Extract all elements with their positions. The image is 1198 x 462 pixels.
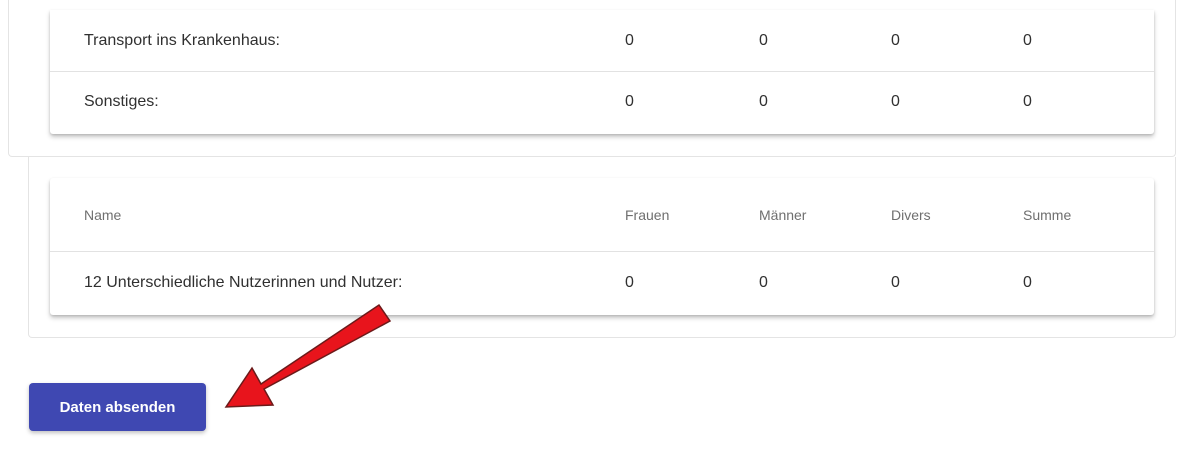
header-name: Name	[84, 206, 122, 223]
row-label: Transport ins Krankenhaus:	[84, 31, 280, 49]
submit-data-button[interactable]: Daten absenden	[29, 383, 206, 431]
table-header-row: Name Frauen Männer Divers Summe	[50, 178, 1154, 252]
header-maenner: Männer	[759, 206, 807, 223]
table-row: Sonstiges: 0 0 0 0	[50, 71, 1154, 132]
cell-divers: 0	[891, 31, 900, 49]
header-divers: Divers	[891, 206, 931, 223]
cell-frauen: 0	[625, 31, 634, 49]
header-summe: Summe	[1023, 206, 1072, 223]
table-row: Transport ins Krankenhaus: 0 0 0 0	[50, 10, 1154, 72]
table-row: 12 Unterschiedliche Nutzerinnen und Nutz…	[50, 252, 1154, 313]
cell-divers: 0	[891, 92, 900, 110]
cell-summe: 0	[1023, 92, 1032, 110]
cell-maenner: 0	[759, 92, 768, 110]
cell-maenner: 0	[759, 31, 768, 49]
cell-summe: 0	[1023, 31, 1032, 49]
row-label: Sonstiges:	[84, 92, 159, 110]
cell-summe: 0	[1023, 273, 1032, 291]
row-label: 12 Unterschiedliche Nutzerinnen und Nutz…	[84, 273, 403, 291]
cell-maenner: 0	[759, 273, 768, 291]
cell-frauen: 0	[625, 273, 634, 291]
table-card-users: Name Frauen Männer Divers Summe 12 Unter…	[50, 178, 1154, 315]
header-frauen: Frauen	[625, 206, 670, 223]
table-card-categories: Transport ins Krankenhaus: 0 0 0 0 Sonst…	[50, 10, 1154, 134]
cell-divers: 0	[891, 273, 900, 291]
cell-frauen: 0	[625, 92, 634, 110]
